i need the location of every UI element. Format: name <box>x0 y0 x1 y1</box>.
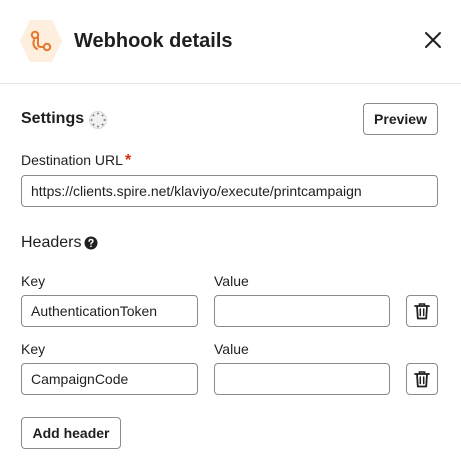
trash-icon <box>414 371 430 388</box>
loading-spinner-icon <box>89 111 107 129</box>
header-value-input[interactable] <box>214 363 390 395</box>
headers-title: Headers <box>21 234 82 251</box>
header-key-input[interactable] <box>21 295 198 327</box>
close-icon[interactable] <box>421 28 445 52</box>
header-key-label: Key <box>21 341 46 357</box>
required-marker: * <box>124 152 132 169</box>
header-value-input[interactable] <box>214 295 390 327</box>
panel-header: Webhook details <box>0 0 461 84</box>
add-header-button[interactable]: Add header <box>21 417 121 449</box>
help-icon[interactable] <box>84 236 98 250</box>
destination-url-input[interactable] <box>21 175 438 207</box>
header-key-input[interactable] <box>21 363 198 395</box>
header-key-label: Key <box>21 273 46 289</box>
header-value-label: Value <box>214 273 249 289</box>
settings-title: Settings <box>21 110 85 127</box>
delete-header-button[interactable] <box>406 295 438 327</box>
delete-header-button[interactable] <box>406 363 438 395</box>
destination-url-label: Destination URL * <box>21 152 131 170</box>
webhook-icon <box>20 20 62 62</box>
header-value-label: Value <box>214 341 249 357</box>
preview-button[interactable]: Preview <box>363 103 438 135</box>
page-title: Webhook details <box>74 30 233 52</box>
destination-url-label-text: Destination URL <box>21 152 123 168</box>
trash-icon <box>414 303 430 320</box>
